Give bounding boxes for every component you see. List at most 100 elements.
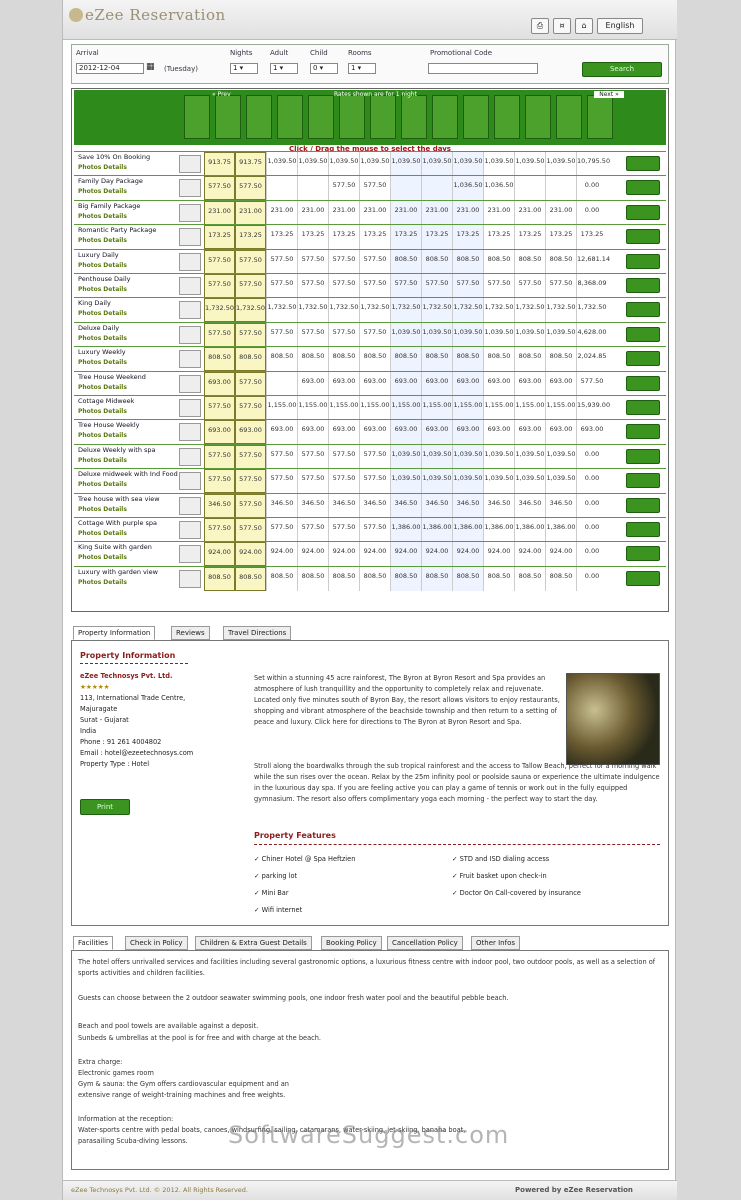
rate-cell[interactable]: 1,039.50 xyxy=(452,469,483,494)
date-header-cell[interactable] xyxy=(463,95,489,139)
book-button[interactable] xyxy=(626,278,660,293)
details-link[interactable]: Details xyxy=(103,262,127,269)
book-button[interactable] xyxy=(626,204,660,220)
date-header-cell[interactable] xyxy=(277,95,303,139)
rate-cell[interactable]: 346.50 xyxy=(483,493,514,518)
rate-cell[interactable]: 808.50 xyxy=(297,566,328,591)
rate-cell[interactable]: 808.50 xyxy=(390,249,421,274)
rate-cell[interactable]: 577.50 xyxy=(235,176,266,201)
rate-cell[interactable]: 577.50 xyxy=(328,176,359,201)
details-link[interactable]: Details xyxy=(103,481,127,488)
room-name[interactable]: Luxury with garden view xyxy=(78,568,178,576)
book-button[interactable] xyxy=(626,570,660,586)
rate-cell[interactable]: 577.50 xyxy=(204,518,235,542)
room-name[interactable]: Big Family Package xyxy=(78,202,178,210)
date-header-cell[interactable] xyxy=(525,95,551,139)
photos-link[interactable]: Photos xyxy=(78,262,101,269)
tab-other-infos[interactable]: Other Infos xyxy=(471,936,520,950)
rate-cell[interactable]: 1,039.50 xyxy=(514,469,545,494)
adult-select[interactable]: 1 ▾ xyxy=(270,63,298,74)
rate-cell[interactable]: 924.00 xyxy=(266,542,297,567)
rate-cell[interactable]: 231.00 xyxy=(266,200,297,225)
rooms-select[interactable]: 1 ▾ xyxy=(348,63,376,74)
rate-cell[interactable]: 346.50 xyxy=(204,493,235,518)
rate-cell[interactable]: 808.50 xyxy=(421,347,452,372)
rate-cell[interactable]: 577.50 xyxy=(235,396,266,420)
rate-cell[interactable]: 808.50 xyxy=(204,347,235,372)
rate-cell[interactable]: 577.50 xyxy=(297,518,328,542)
rate-cell[interactable]: 1,386.00 xyxy=(483,518,514,542)
rate-cell[interactable]: 231.00 xyxy=(483,200,514,225)
rate-cell[interactable]: 173.25 xyxy=(452,225,483,250)
rate-cell[interactable]: 1,039.50 xyxy=(514,152,545,176)
rate-cell[interactable]: 1,039.50 xyxy=(514,322,545,347)
rate-cell[interactable]: 346.50 xyxy=(545,493,576,518)
rate-cell[interactable]: 1,155.00 xyxy=(514,396,545,420)
rate-cell[interactable] xyxy=(266,176,297,201)
rate-cell[interactable]: 693.00 xyxy=(266,420,297,445)
date-header-cell[interactable] xyxy=(494,95,520,139)
rate-cell[interactable]: 8,368.09 xyxy=(576,274,607,298)
rate-cell[interactable]: 1,732.50 xyxy=(452,298,483,323)
rate-cell[interactable]: 1,386.00 xyxy=(390,518,421,542)
rate-cell[interactable]: 693.00 xyxy=(576,420,607,445)
rate-cell[interactable]: 577.50 xyxy=(452,274,483,298)
rate-cell[interactable]: 173.25 xyxy=(297,225,328,250)
rate-cell[interactable] xyxy=(421,176,452,201)
photos-link[interactable]: Photos xyxy=(78,213,101,220)
date-header-cell[interactable] xyxy=(401,95,427,139)
rate-cell[interactable]: 173.25 xyxy=(545,225,576,250)
rate-cell[interactable]: 924.00 xyxy=(204,542,235,567)
rate-cell[interactable]: 346.50 xyxy=(452,493,483,518)
rate-cell[interactable]: 173.25 xyxy=(421,225,452,250)
rate-cell[interactable]: 693.00 xyxy=(235,420,266,445)
rate-cell[interactable]: 0.00 xyxy=(576,542,607,567)
rate-cell[interactable]: 924.00 xyxy=(390,542,421,567)
rate-cell[interactable]: 12,681.14 xyxy=(576,249,610,274)
rate-cell[interactable]: 1,732.50 xyxy=(328,298,359,323)
details-link[interactable]: Details xyxy=(103,164,127,171)
rate-cell[interactable]: 693.00 xyxy=(328,420,359,445)
rate-cell[interactable]: 2,024.85 xyxy=(576,347,607,372)
rate-cell[interactable]: 577.50 xyxy=(297,249,328,274)
photos-link[interactable]: Photos xyxy=(78,481,101,488)
rate-cell[interactable]: 808.50 xyxy=(390,347,421,372)
rate-cell[interactable]: 1,039.50 xyxy=(390,444,421,469)
rate-cell[interactable]: 693.00 xyxy=(421,420,452,445)
details-link[interactable]: Details xyxy=(103,188,127,195)
rate-cell[interactable]: 577.50 xyxy=(266,274,297,298)
rate-cell[interactable]: 577.50 xyxy=(266,444,297,469)
rate-cell[interactable]: 693.00 xyxy=(297,371,328,396)
rate-cell[interactable]: 693.00 xyxy=(421,371,452,396)
rate-cell[interactable]: 577.50 xyxy=(359,518,390,542)
rate-cell[interactable]: 231.00 xyxy=(328,200,359,225)
book-button[interactable] xyxy=(626,156,660,171)
date-header-cell[interactable] xyxy=(246,95,272,139)
rate-cell[interactable]: 231.00 xyxy=(545,200,576,225)
rate-cell[interactable]: 577.50 xyxy=(514,274,545,298)
rate-cell[interactable]: 15,939.00 xyxy=(576,396,610,420)
rate-cell[interactable]: 1,732.50 xyxy=(483,298,514,323)
rate-cell[interactable]: 577.50 xyxy=(545,274,576,298)
rate-cell[interactable]: 924.00 xyxy=(514,542,545,567)
rate-cell[interactable]: 1,039.50 xyxy=(390,469,421,494)
rate-cell[interactable]: 693.00 xyxy=(545,371,576,396)
rate-cell[interactable]: 808.50 xyxy=(204,566,235,591)
nights-select[interactable]: 1 ▾ xyxy=(230,63,258,74)
rate-cell[interactable]: 577.50 xyxy=(235,371,266,396)
rate-cell[interactable]: 808.50 xyxy=(545,347,576,372)
rate-cell[interactable]: 346.50 xyxy=(297,493,328,518)
book-button[interactable] xyxy=(626,473,660,489)
rate-cell[interactable]: 577.50 xyxy=(297,444,328,469)
rate-cell[interactable]: 577.50 xyxy=(328,469,359,494)
rate-cell[interactable]: 231.00 xyxy=(235,200,266,225)
rate-cell[interactable]: 1,039.50 xyxy=(483,152,514,176)
book-button[interactable] xyxy=(626,424,660,440)
rate-cell[interactable]: 808.50 xyxy=(483,566,514,591)
rate-cell[interactable]: 1,039.50 xyxy=(452,444,483,469)
rate-cell[interactable]: 231.00 xyxy=(297,200,328,225)
rate-cell[interactable]: 693.00 xyxy=(514,371,545,396)
rate-cell[interactable]: 693.00 xyxy=(483,420,514,445)
rate-cell[interactable]: 173.25 xyxy=(483,225,514,250)
rate-cell[interactable]: 173.25 xyxy=(359,225,390,250)
